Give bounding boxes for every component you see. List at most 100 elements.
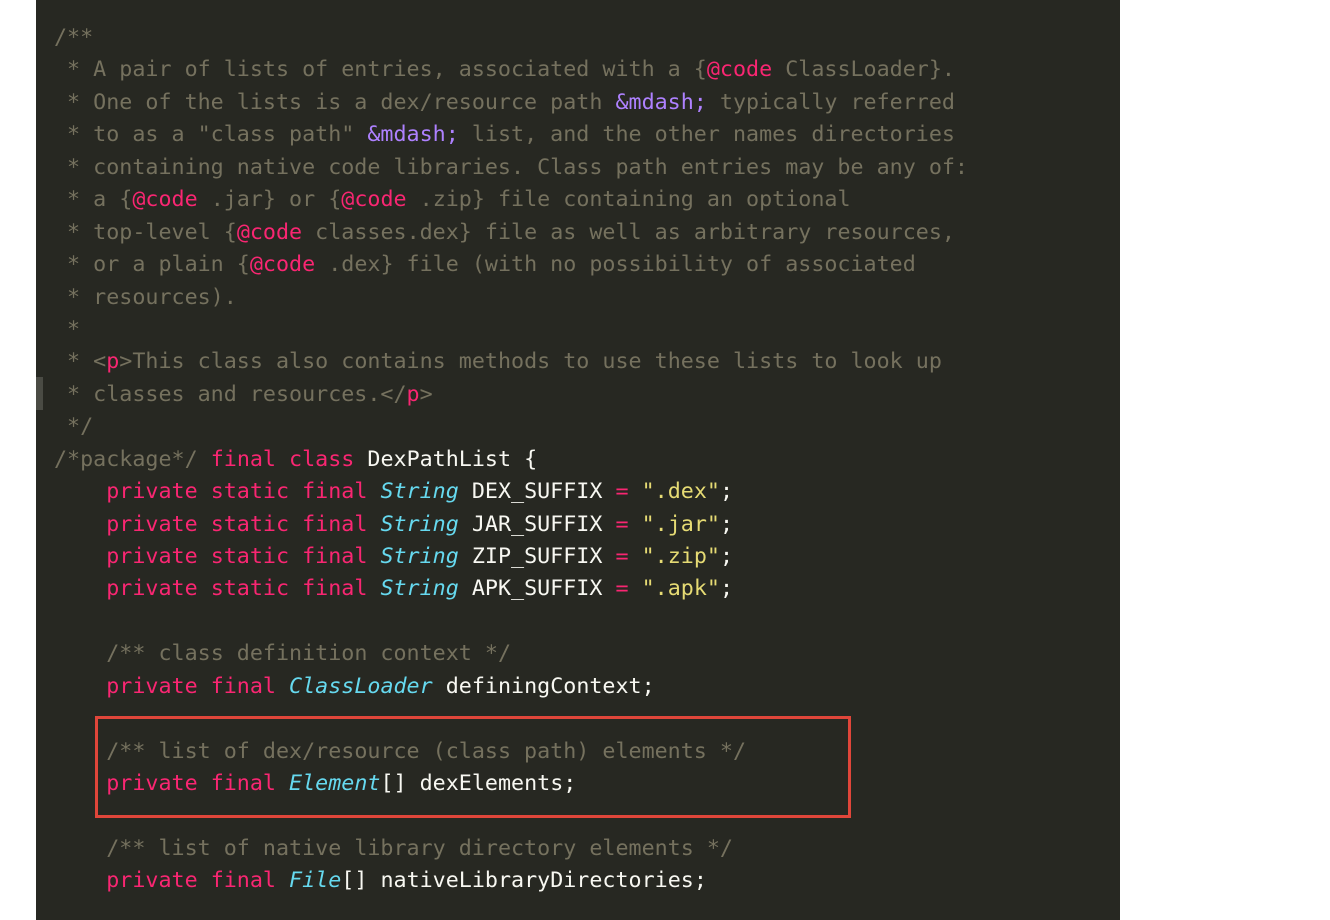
code-token: * containing native code libraries. Clas… xyxy=(54,154,968,180)
code-token: ; xyxy=(719,576,733,602)
code-line: * <p>This class also contains methods to… xyxy=(54,346,968,378)
code-line: private static final String APK_SUFFIX =… xyxy=(54,573,968,605)
code-token: */ xyxy=(54,414,94,440)
code-token: @code xyxy=(341,187,407,213)
code-token: * or a plain { xyxy=(54,252,250,278)
highlight-box xyxy=(95,716,851,818)
code-line: * top-level {@code classes.dex} file as … xyxy=(54,217,968,249)
code-token: * One of the lists is a dex/resource pat… xyxy=(54,89,616,115)
code-token: @code xyxy=(236,219,303,245)
code-token: ".apk" xyxy=(641,576,720,602)
code-token: * classes and resources.</ xyxy=(54,381,407,407)
code-token: .jar} or { xyxy=(197,187,342,213)
code-line: * resources). xyxy=(54,282,968,314)
code-token: /** class definition context */ xyxy=(106,641,512,667)
code-token: * a { xyxy=(54,187,133,213)
code-token: /** list of native library directory ele… xyxy=(106,835,733,861)
code-token: ZIP_SUFFIX xyxy=(458,544,616,569)
code-line: * containing native code libraries. Clas… xyxy=(54,152,968,184)
code-token: @code xyxy=(706,57,773,83)
code-token: ClassLoader xyxy=(289,673,433,699)
code-token: String xyxy=(380,576,459,602)
code-line: * xyxy=(54,314,968,346)
code-line: * One of the lists is a dex/resource pat… xyxy=(54,87,968,119)
code-token: ".jar" xyxy=(641,511,720,537)
code-line: /** class definition context */ xyxy=(54,638,968,670)
code-token: * A pair of lists of entries, associated… xyxy=(54,57,707,83)
code-token: [] nativeLibraryDirectories; xyxy=(341,868,707,894)
code-token: APK_SUFFIX xyxy=(458,576,616,602)
code-token: * top-level { xyxy=(54,219,237,245)
code-token: private static final xyxy=(106,576,368,602)
code-token: classes.dex} file as well as arbitrary r… xyxy=(302,219,955,245)
code-token: ; xyxy=(719,511,733,537)
code-editor[interactable]: /** * A pair of lists of entries, associ… xyxy=(36,0,1120,920)
code-line: * A pair of lists of entries, associated… xyxy=(54,54,968,86)
code-token: private static final xyxy=(106,544,368,569)
code-line: private final ClassLoader definingContex… xyxy=(54,671,968,703)
code-token: ".zip" xyxy=(641,544,720,569)
code-token: * xyxy=(54,316,81,342)
code-line: /*package*/ final class DexPathList { xyxy=(54,444,968,476)
code-token: = xyxy=(615,479,629,505)
code-line: * classes and resources.</p> xyxy=(54,379,968,411)
code-token: /*package*/ xyxy=(54,446,198,472)
code-token: .dex} file (with no possibility of assoc… xyxy=(315,252,916,278)
code-line: */ xyxy=(54,411,968,443)
code-line: private static final String JAR_SUFFIX =… xyxy=(54,509,968,541)
code-token: File xyxy=(289,868,342,894)
code-token: ; xyxy=(719,544,733,569)
code-token: = xyxy=(615,511,629,537)
code-line: * a {@code .jar} or {@code .zip} file co… xyxy=(54,184,968,216)
code-token: String xyxy=(380,479,459,505)
code-token: p xyxy=(406,381,420,407)
code-token: typically referred xyxy=(706,89,955,115)
code-token: private final xyxy=(106,868,276,894)
code-token: >This class also contains methods to use… xyxy=(119,349,942,375)
code-token: definingContext; xyxy=(432,673,655,699)
code-token: DexPathList { xyxy=(354,446,538,472)
code-token: = xyxy=(615,576,629,602)
code-line: private final File[] nativeLibraryDirect… xyxy=(54,865,968,897)
code-token: list, and the other names directories xyxy=(458,122,955,148)
code-token: ClassLoader}. xyxy=(772,57,955,83)
code-token: ".dex" xyxy=(641,479,720,505)
code-token: * resources). xyxy=(54,284,237,310)
code-token: /** xyxy=(54,25,94,50)
code-token: .zip} file containing an optional xyxy=(406,187,851,213)
code-token: @code xyxy=(132,187,198,213)
code-line: /** xyxy=(54,22,968,54)
code-token: @code xyxy=(249,252,316,278)
code-token: private static final xyxy=(106,479,368,505)
code-line: /** list of native library directory ele… xyxy=(54,833,968,865)
code-token: private static final xyxy=(106,511,368,537)
code-line: * or a plain {@code .dex} file (with no … xyxy=(54,249,968,281)
code-token: * to as a "class path" xyxy=(54,122,368,148)
code-token: * < xyxy=(54,349,107,375)
code-token: private final xyxy=(106,673,276,699)
code-token: String xyxy=(380,511,459,537)
code-token: > xyxy=(419,381,433,407)
gutter-marker xyxy=(36,377,43,410)
code-token: &mdash; xyxy=(615,89,707,115)
code-token: String xyxy=(380,544,459,569)
